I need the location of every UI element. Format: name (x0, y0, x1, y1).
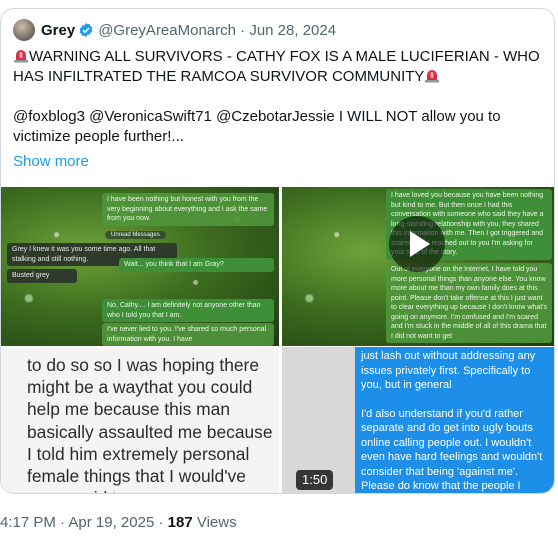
avatar[interactable] (13, 19, 35, 41)
screenshot-text: just lash out without addressing any iss… (361, 350, 536, 391)
chat-message: Wait... you think that I am Gray? (119, 258, 274, 272)
show-more-link[interactable]: Show more (13, 153, 89, 170)
post-time[interactable]: 4:17 PM (0, 514, 56, 531)
chat-message: Out of everyone on the Internet, I have … (386, 263, 552, 343)
unread-label: Unread Messages (105, 231, 166, 239)
post-date[interactable]: Apr 19, 2025 (68, 514, 154, 531)
play-icon (410, 231, 430, 257)
screenshot-text: to do so so I was hoping there might be … (27, 355, 273, 493)
screenshot-text: I'd also understand if you'd rather sepa… (361, 407, 543, 493)
chat-screenshot-left: I have been nothing but honest with you … (1, 187, 279, 346)
tweet-date[interactable]: Jun 28, 2024 (249, 22, 336, 39)
views-label: Views (196, 514, 237, 531)
meta-separator: · (240, 21, 246, 39)
media-video[interactable]: I have been nothing but honest with you … (1, 187, 554, 493)
chat-message: No, Cathy.... I am definitely not anyone… (102, 299, 274, 322)
rotating-light-icon (14, 50, 28, 63)
rotating-light-icon (425, 70, 440, 83)
video-duration: 1:50 (296, 470, 334, 490)
tweet-footer: 4:17 PM · Apr 19, 2025 · 187 Views (0, 514, 237, 531)
views-count: 187 (167, 514, 193, 531)
body-text: @foxblog3 @VeronicaSwift71 @CzebotarJess… (13, 108, 501, 145)
text-screenshot-gray: to do so so I was hoping there might be … (1, 347, 279, 493)
tweet-meta: @GreyAreaMonarch · Jun 28, 2024 (98, 22, 336, 39)
play-button[interactable] (389, 216, 445, 272)
chat-message: I have been nothing but honest with you … (102, 193, 274, 226)
display-name[interactable]: Grey (41, 22, 75, 39)
chat-message: I've never lied to you. I've shared so m… (102, 323, 274, 346)
quoted-tweet-text: WARNING ALL SURVIVORS - CATHY FOX IS A M… (13, 47, 543, 147)
blue-message-card: just lash out without addressing any iss… (355, 347, 554, 493)
headline-text: WARNING ALL SURVIVORS - CATHY FOX IS A M… (13, 48, 540, 85)
footer-separator: · (158, 514, 164, 531)
handle[interactable]: @GreyAreaMonarch (98, 22, 236, 39)
chat-message: Busted grey (7, 269, 77, 283)
verified-badge-icon (79, 23, 93, 37)
footer-separator: · (60, 514, 66, 531)
quoted-tweet-card[interactable]: Grey @GreyAreaMonarch · Jun 28, 2024 WAR… (0, 8, 555, 494)
quoted-tweet-header: Grey @GreyAreaMonarch · Jun 28, 2024 (13, 18, 336, 42)
